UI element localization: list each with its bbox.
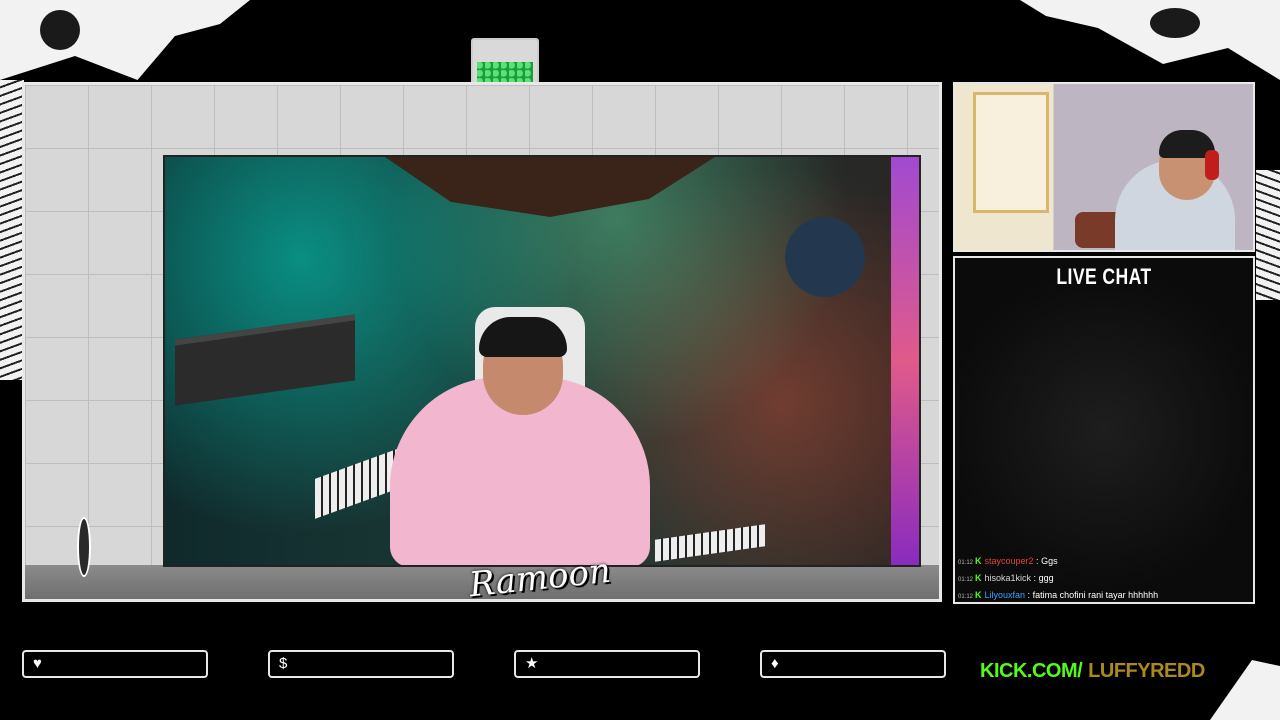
latest-gift-bar: ♦ (760, 650, 946, 678)
manga-art-left-edge (0, 80, 24, 380)
manga-art-top-left (0, 0, 250, 80)
studio-ceiling-decor (385, 157, 715, 217)
chat-message: 01:12 Kstaycouper2 : Ggs (958, 556, 1058, 566)
kick-channel-url: KICK.COM/LUFFYREDD (980, 660, 1205, 682)
goal-jar (471, 38, 539, 82)
chat-username: staycouper2 (984, 556, 1034, 566)
kick-badge-icon: K (975, 573, 982, 583)
latest-follower-bar: ♥ (22, 650, 208, 678)
latest-donation-bar: $ (268, 650, 454, 678)
facecam-video (953, 82, 1255, 252)
goal-jar-fill (477, 62, 533, 82)
chat-text: fatima chofini rani tayar hhhhhh (1032, 590, 1159, 600)
studio-keyboard (655, 524, 765, 562)
chat-message-list: 01:12 Kstaycouper2 : Ggs 01:12 Khisoka1kic… (958, 553, 1249, 604)
chat-timestamp: 01:12 (958, 577, 974, 583)
dollar-icon: $ (279, 655, 288, 672)
chat-username: Lilyouxfan (984, 590, 1026, 600)
manga-art-bottom-right (1210, 660, 1280, 720)
chat-timestamp: 01:12 (958, 594, 974, 600)
ink-splash (40, 10, 80, 50)
heart-icon: ♥ (33, 655, 42, 672)
chat-message: 01:12 K Lilyouxfan : fatima chofini rani t… (958, 590, 1159, 600)
chat-username: hisoka1kick (984, 573, 1032, 583)
star-icon: ★ (525, 655, 539, 672)
manga-art-right-edge (1256, 170, 1280, 300)
kick-domain: KICK.COM/ (980, 660, 1083, 682)
chat-timestamp: 01:12 (958, 560, 974, 566)
streamer-beanie (479, 317, 567, 357)
video-edge-glow (891, 157, 919, 565)
kick-username: LUFFYREDD (1088, 660, 1205, 682)
studio-acoustic-panel (785, 217, 865, 297)
live-chat-title: LIVE CHAT (1056, 264, 1152, 289)
main-stage-frame: Ramoon (22, 82, 942, 605)
kick-badge-icon: K (975, 556, 982, 566)
chat-text: ggg (1038, 573, 1054, 583)
side-ring-decoration (77, 517, 91, 577)
headset-icon (1205, 150, 1219, 180)
latest-subscriber-bar: ★ (514, 650, 700, 678)
kick-badge-icon: K (975, 590, 982, 600)
chat-text: Ggs (1041, 556, 1058, 566)
ink-splash (1150, 8, 1200, 38)
studio-synthesizer (175, 314, 355, 406)
wall-ornament (973, 92, 1049, 213)
live-chat-panel: LIVE CHAT 01:12 Kstaycouper2 : Ggs 01:12 K… (953, 256, 1255, 604)
chat-message: 01:12 Khisoka1kick : ggg (958, 573, 1054, 583)
diamond-icon: ♦ (771, 655, 779, 672)
streamer-video-feed (163, 155, 921, 567)
manga-art-top-right (1020, 0, 1280, 80)
